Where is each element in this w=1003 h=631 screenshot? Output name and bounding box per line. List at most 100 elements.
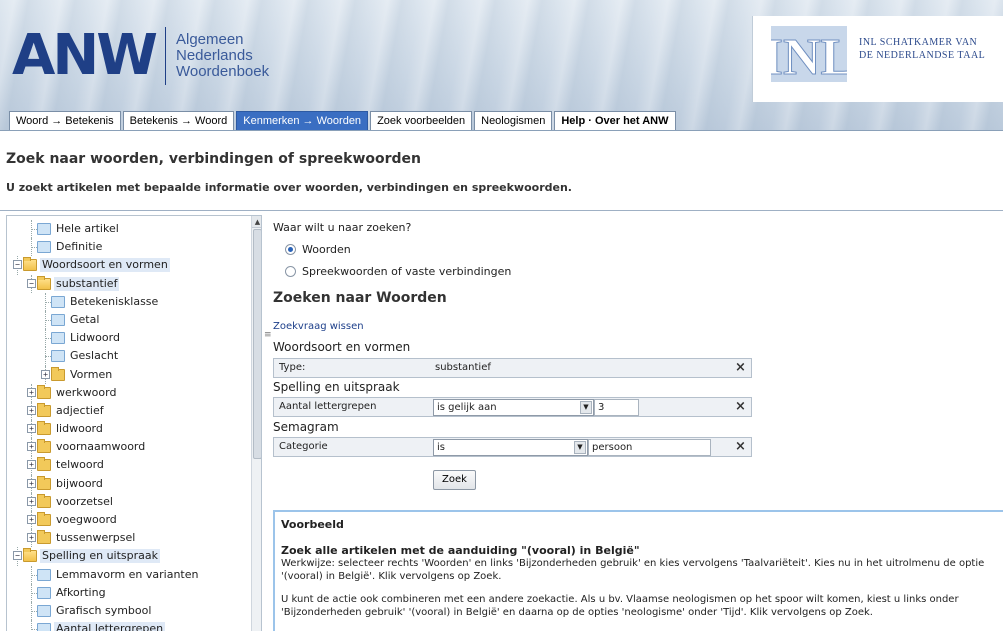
expand-icon[interactable]: + bbox=[27, 387, 36, 397]
tree-item[interactable]: Afkorting bbox=[9, 583, 247, 602]
anw-logo-letters: ANW bbox=[12, 23, 158, 88]
radio-spreekwoorden-dot[interactable] bbox=[285, 266, 296, 277]
tree-item[interactable]: − substantief bbox=[9, 274, 247, 293]
tree-item-label[interactable]: voorzetsel bbox=[54, 495, 115, 509]
tree-item-label[interactable]: Afkorting bbox=[54, 586, 108, 600]
tree-item-label[interactable]: Lemmavorm en varianten bbox=[54, 568, 200, 582]
tree-item[interactable]: − Woordsoort en vormen bbox=[9, 256, 247, 275]
scroll-up-icon[interactable]: ▲ bbox=[252, 216, 261, 228]
collapse-icon[interactable]: − bbox=[13, 551, 22, 561]
criterion-categorie-name: Categorie bbox=[279, 441, 328, 452]
criterion-type-value: substantief bbox=[435, 362, 491, 373]
tree-item[interactable]: + telwoord bbox=[9, 456, 247, 475]
tree-item[interactable]: Lemmavorm en varianten bbox=[9, 565, 247, 584]
lettergrepen-operator-select[interactable]: is gelijk aan ▼ bbox=[433, 399, 594, 416]
inl-logo[interactable]: INL INL SCHATKAMER VAN DE NEDERLANDSE TA… bbox=[752, 16, 1003, 102]
tree-item[interactable]: Aantal lettergrepen bbox=[9, 620, 247, 631]
tree-item[interactable]: Betekenisklasse bbox=[9, 292, 247, 311]
tab-help[interactable]: Help · Over het ANW bbox=[554, 111, 676, 130]
tree-item[interactable]: Getal bbox=[9, 310, 247, 330]
tree-item-label[interactable]: Aantal lettergrepen bbox=[54, 622, 166, 631]
categorie-value-input[interactable]: persoon bbox=[588, 439, 711, 456]
tree-item[interactable]: Definitie bbox=[9, 238, 247, 257]
tree-item-label[interactable]: Definitie bbox=[54, 240, 104, 254]
tree-item-label[interactable]: Woordsoort en vormen bbox=[40, 258, 170, 273]
tab-zoek-voorbeelden[interactable]: Zoek voorbeelden bbox=[370, 111, 473, 130]
expand-icon[interactable]: + bbox=[27, 405, 36, 415]
remove-criterion-type-icon[interactable]: × bbox=[735, 360, 746, 375]
collapse-icon[interactable]: − bbox=[27, 278, 36, 288]
tree-item[interactable]: + lidwoord bbox=[9, 420, 247, 439]
page-subtitle: U zoekt artikelen met bepaalde informati… bbox=[6, 181, 572, 194]
expand-icon[interactable]: + bbox=[27, 533, 36, 543]
folder-icon bbox=[37, 475, 51, 490]
expand-icon[interactable]: + bbox=[27, 460, 36, 470]
tree-item[interactable]: Lidwoord bbox=[9, 329, 247, 348]
tree-item-label[interactable]: Hele artikel bbox=[54, 222, 121, 236]
scrollbar-thumb[interactable] bbox=[253, 229, 261, 459]
collapse-icon[interactable]: − bbox=[13, 260, 22, 270]
chevron-down-icon[interactable]: ▼ bbox=[580, 401, 592, 414]
folder-icon bbox=[37, 439, 51, 454]
tab-betekenis-woord[interactable]: Betekenis → Woord bbox=[122, 111, 235, 130]
tree-item-label[interactable]: Vormen bbox=[68, 368, 114, 382]
expand-icon[interactable]: + bbox=[27, 496, 36, 506]
remove-criterion-lettergrepen-icon[interactable]: × bbox=[735, 399, 746, 414]
book-icon bbox=[51, 295, 65, 308]
clear-query-link[interactable]: Zoekvraag wissen bbox=[273, 321, 364, 332]
lettergrepen-value-input[interactable]: 3 bbox=[594, 399, 639, 416]
tree-item[interactable]: Grafisch symbool bbox=[9, 601, 247, 621]
tree-item[interactable]: − Spelling en uitspraak bbox=[9, 547, 247, 566]
tree-item-label[interactable]: substantief bbox=[54, 276, 120, 291]
tree-item-label[interactable]: Getal bbox=[68, 313, 101, 327]
tab-woord-betekenis[interactable]: Woord → Betekenis bbox=[9, 111, 121, 130]
tree-item-label[interactable]: Lidwoord bbox=[68, 331, 122, 345]
tree-item[interactable]: + tussenwerpsel bbox=[9, 529, 247, 548]
tree-item-label[interactable]: adjectief bbox=[54, 404, 106, 418]
folder-icon bbox=[37, 457, 51, 472]
tree-item-label[interactable]: voornaamwoord bbox=[54, 440, 147, 454]
inl-tagline-line-2: DE NEDERLANDSE TAAL bbox=[859, 50, 986, 61]
criterion-categorie: Categorie is ▼ persoon × bbox=[273, 437, 752, 457]
expand-icon[interactable]: + bbox=[27, 424, 36, 434]
tree-item-label[interactable]: Spelling en uitspraak bbox=[40, 549, 161, 564]
tree-item-label[interactable]: Grafisch symbool bbox=[54, 604, 153, 618]
chevron-down-icon[interactable]: ▼ bbox=[574, 441, 586, 454]
tree-item[interactable]: + voorzetsel bbox=[9, 492, 247, 511]
expand-icon[interactable]: + bbox=[27, 442, 36, 452]
tree-item[interactable]: + voegwoord bbox=[9, 511, 247, 530]
tree-item[interactable]: + Vormen bbox=[9, 365, 247, 384]
search-button[interactable]: Zoek bbox=[433, 470, 476, 490]
tree-item-label[interactable]: Geslacht bbox=[68, 349, 120, 363]
folder-icon bbox=[37, 530, 51, 545]
tree-item-label[interactable]: Betekenisklasse bbox=[68, 295, 160, 309]
tree-item[interactable]: + voornaamwoord bbox=[9, 438, 247, 457]
remove-criterion-categorie-icon[interactable]: × bbox=[735, 439, 746, 454]
tree-item[interactable]: + adjectief bbox=[9, 401, 247, 421]
book-icon bbox=[37, 568, 51, 581]
radio-woorden[interactable]: Woorden bbox=[285, 243, 351, 256]
radio-spreekwoorden[interactable]: Spreekwoorden of vaste verbindingen bbox=[285, 265, 511, 278]
tab-neologismen[interactable]: Neologismen bbox=[474, 111, 553, 130]
panel-splitter-icon[interactable]: ≡ bbox=[264, 330, 272, 340]
anw-logo[interactable]: ANW Algemeen Nederlands Woordenboek bbox=[12, 22, 269, 90]
expand-icon[interactable]: + bbox=[41, 369, 50, 379]
tree-item-label[interactable]: werkwoord bbox=[54, 386, 118, 400]
categorie-operator-select[interactable]: is ▼ bbox=[433, 439, 588, 456]
tree-item-label[interactable]: bijwoord bbox=[54, 477, 105, 491]
tree-item-label[interactable]: lidwoord bbox=[54, 422, 105, 436]
tree-item-label[interactable]: telwoord bbox=[54, 458, 106, 472]
logo-line-3: Woordenboek bbox=[175, 63, 270, 80]
tree-item[interactable]: Hele artikel bbox=[9, 220, 247, 239]
tree-item-label[interactable]: tussenwerpsel bbox=[54, 531, 137, 545]
radio-woorden-dot[interactable] bbox=[285, 244, 296, 255]
tab-kenmerken-woorden[interactable]: Kenmerken → Woorden bbox=[236, 111, 369, 130]
tree-item-label[interactable]: voegwoord bbox=[54, 513, 119, 527]
tree-scrollbar[interactable]: ▲ bbox=[251, 216, 261, 631]
expand-icon[interactable]: + bbox=[27, 515, 36, 524]
tree-item[interactable]: + bijwoord bbox=[9, 474, 247, 493]
tree-item[interactable]: + werkwoord bbox=[9, 383, 247, 402]
expand-icon[interactable]: + bbox=[27, 478, 36, 488]
tree-item[interactable]: Geslacht bbox=[9, 347, 247, 366]
book-icon bbox=[51, 332, 65, 345]
